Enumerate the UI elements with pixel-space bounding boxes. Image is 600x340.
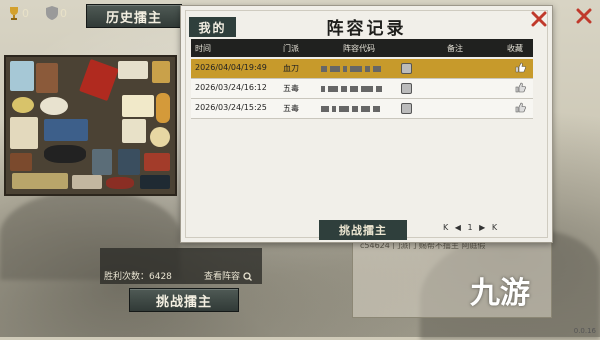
table-row[interactable]: 2026/03/24/16:12 五毒 (191, 79, 533, 99)
table-row[interactable]: 2026/04/04/19:49 血刀 (191, 59, 533, 79)
copy-icon[interactable] (401, 83, 412, 94)
lineup-record-dialog: 我的 阵容记录 时间 门派 阵容代码 备注 收藏 2026/04/04/19:4… (180, 5, 553, 243)
history-champions-button[interactable]: 历史擂主 (86, 4, 182, 28)
view-lineup-link[interactable]: 查看阵容 (204, 269, 252, 282)
inventory-item (12, 97, 34, 113)
inventory-item (12, 173, 68, 189)
lineup-code-redacted (321, 105, 380, 112)
copy-icon[interactable] (401, 103, 412, 114)
lineup-table: 时间 门派 阵容代码 备注 收藏 2026/04/04/19:49 血刀 202… (191, 39, 533, 119)
challenge-label: 挑战擂主 (339, 224, 387, 237)
inventory-item (118, 61, 148, 79)
inventory-item (36, 63, 58, 93)
lineup-code-redacted (321, 65, 381, 72)
inventory-item (72, 175, 102, 189)
inventory-item (79, 58, 119, 102)
inventory-item (144, 153, 170, 171)
inventory-item (10, 61, 34, 91)
stats-panel: 胜利次数：6428 查看阵容 (100, 248, 262, 284)
view-lineup-label: 查看阵容 (204, 272, 241, 282)
shield-icon (46, 6, 58, 20)
site-watermark: 九游 (470, 268, 530, 312)
thumb-up-icon[interactable] (515, 82, 526, 93)
column-time: 时间 (195, 44, 211, 53)
thumb-up-icon[interactable] (515, 62, 526, 73)
column-code: 阵容代码 (343, 44, 375, 53)
resource-shield: 0 (46, 6, 67, 20)
trophy-count: 0 (22, 6, 29, 20)
table-header: 时间 门派 阵容代码 备注 收藏 (191, 39, 533, 57)
wins-count: 胜利次数：6428 (104, 272, 172, 282)
prev-page-button[interactable]: ◀ (455, 223, 463, 232)
thumb-up-icon[interactable] (515, 102, 526, 113)
lineup-code-redacted (321, 85, 382, 92)
inventory-item (10, 153, 32, 171)
column-sect: 门派 (283, 44, 299, 53)
row-sect: 五毒 (283, 84, 299, 93)
inventory-item (122, 119, 146, 143)
challenge-champion-button[interactable]: 挑战擂主 (129, 288, 239, 312)
inventory-item (118, 149, 140, 175)
inventory-item (156, 93, 170, 123)
first-page-button[interactable]: K (443, 223, 450, 232)
resource-trophy: 0 (8, 6, 29, 20)
inventory-item (44, 119, 88, 141)
inventory-item (92, 149, 112, 175)
trophy-icon (10, 7, 18, 20)
row-time: 2026/03/24/15:25 (195, 103, 267, 112)
challenge-button[interactable]: 挑战擂主 (319, 220, 407, 240)
row-sect: 血刀 (283, 64, 299, 73)
last-page-button[interactable]: K (492, 223, 499, 232)
column-note: 备注 (447, 44, 463, 53)
close-icon[interactable] (531, 11, 547, 27)
magnifier-icon (243, 272, 252, 281)
page-number: 1 (467, 223, 475, 232)
column-favorite: 收藏 (507, 44, 523, 53)
inventory-item (44, 145, 86, 163)
inventory-item (106, 177, 134, 189)
row-time: 2026/03/24/16:12 (195, 83, 267, 92)
inventory-item (152, 61, 170, 83)
dialog-title: 阵容记录 (326, 19, 407, 39)
watermark-text: 九游 (470, 276, 530, 311)
pagination: K ◀ 1 ▶ K (443, 223, 499, 232)
inventory-item (140, 175, 170, 189)
close-icon[interactable] (576, 8, 592, 24)
inventory-item (150, 127, 170, 147)
inventory-item (40, 97, 68, 115)
next-page-button[interactable]: ▶ (479, 223, 487, 232)
history-button-label: 历史擂主 (105, 10, 162, 26)
table-row[interactable]: 2026/03/24/15:25 五毒 (191, 99, 533, 119)
inventory-item (10, 117, 38, 149)
inventory-item (122, 95, 154, 117)
row-sect: 五毒 (283, 104, 299, 113)
copy-icon[interactable] (401, 63, 412, 74)
challenge-bottom-label: 挑战擂主 (155, 294, 212, 310)
version-label: 0.0.16 (573, 327, 596, 335)
row-time: 2026/04/04/19:49 (195, 63, 267, 72)
shield-count: 0 (60, 6, 67, 20)
lineup-collage (4, 55, 177, 196)
